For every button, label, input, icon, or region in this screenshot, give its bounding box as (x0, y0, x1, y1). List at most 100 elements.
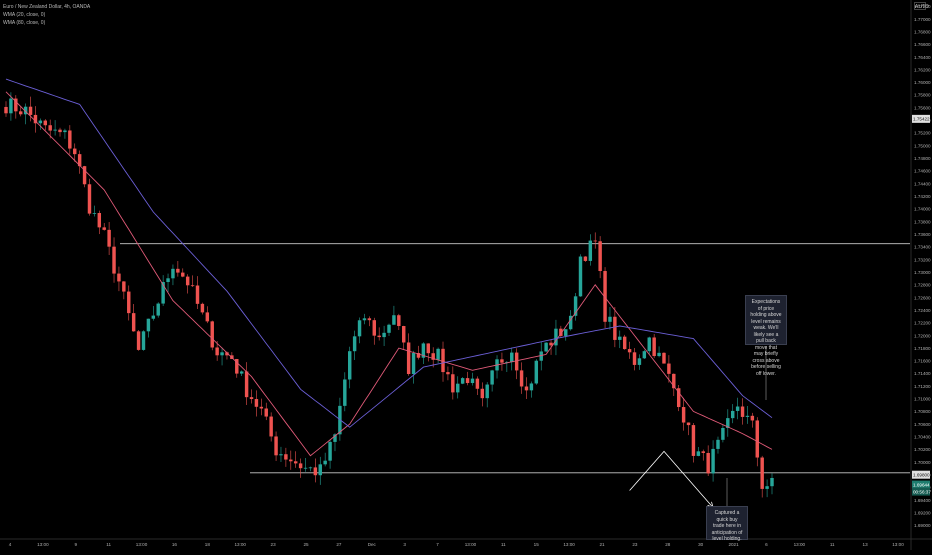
candle-body (598, 241, 602, 272)
candle-body (220, 352, 224, 356)
candle-body (622, 336, 627, 350)
time-axis[interactable]: 4 13:00 9 11 13:00 16 18 13:00 23 25 27 Dec 3 7 13:00 1… (9, 542, 904, 547)
candle-body (730, 410, 735, 419)
candle-body (254, 399, 259, 407)
candle-body (377, 335, 381, 338)
candle-body (681, 407, 686, 423)
chart-area[interactable]: 1.77200 1.77000 1.76800 1.76600 1.76400 1.762… (0, 0, 932, 550)
price-axis[interactable]: 1.772001.770001.768001.766001.764001.762… (912, 4, 931, 528)
candle-body (136, 331, 141, 350)
candle-body (195, 285, 200, 304)
price-tick-label: 1.75800 (914, 93, 931, 98)
candle-body (28, 106, 33, 115)
price-badge-label: 00:56:37 (913, 489, 931, 494)
candle-body (171, 268, 175, 279)
price-tick-label: 1.76600 (914, 42, 931, 47)
price-badge-label: 1.69644 (913, 482, 930, 487)
candle-body (279, 454, 283, 456)
time-tick-label: 4 (9, 542, 12, 547)
price-chart[interactable]: 1.772001.770001.768001.766001.764001.762… (0, 0, 932, 550)
candle-body (328, 441, 332, 461)
candle-body (343, 379, 347, 406)
price-tick-label: 1.76400 (914, 55, 931, 60)
candle-body (127, 291, 131, 314)
time-tick-label: 13:00 (37, 542, 49, 547)
candle-body (323, 460, 327, 465)
price-tick-label: 1.77000 (914, 17, 931, 22)
candle-body (647, 337, 651, 352)
candle-body (102, 227, 106, 230)
symbol-title: Euro / New Zealand Dollar, 4h, OANDA (3, 4, 91, 10)
candle-body (613, 316, 617, 340)
time-tick-label: 13 (863, 542, 869, 547)
candle-body (406, 342, 411, 374)
auto-scale-button[interactable]: AUTO (914, 2, 929, 10)
candle-body (190, 285, 195, 287)
candle-body (578, 256, 583, 297)
candle-body (392, 315, 396, 325)
candle-body (411, 353, 416, 374)
candle-body (706, 452, 710, 474)
candle-body (308, 467, 313, 469)
candle-body (402, 326, 406, 343)
candle-body (73, 148, 77, 155)
candle-body (166, 278, 170, 283)
price-tick-label: 1.70000 (914, 460, 931, 465)
price-tick-label: 1.73000 (914, 270, 931, 275)
candle-body (441, 348, 445, 373)
candle-body (701, 451, 705, 453)
candle-body (357, 320, 362, 337)
wma20-legend: WMA (20, close, 0) (3, 12, 46, 18)
candle-body (480, 388, 485, 399)
candle-body (269, 416, 273, 437)
candle-body (583, 256, 588, 261)
candle-body (662, 352, 666, 364)
candle-body (362, 318, 367, 321)
note-upper: Expectations of price holding above leve… (745, 295, 787, 377)
candle-body (176, 268, 180, 273)
candle-body (519, 370, 524, 387)
candle-body (68, 130, 72, 149)
time-tick-label: 11 (830, 542, 835, 547)
time-tick-label: 15 (534, 542, 540, 547)
candle-body (284, 454, 288, 460)
time-tick-label: 11 (501, 542, 506, 547)
price-tick-label: 1.73800 (914, 219, 931, 224)
candle-body (711, 448, 715, 474)
candle-body (485, 384, 489, 399)
candle-body (608, 316, 612, 322)
price-tick-label: 1.72600 (914, 295, 931, 300)
candle-body (534, 360, 539, 384)
time-tick-label: Dec (368, 542, 377, 547)
candle-body (755, 420, 759, 458)
time-tick-label: 13:00 (234, 542, 246, 547)
candle-body (593, 240, 597, 242)
candle-body (200, 303, 205, 313)
candle-body (564, 329, 568, 336)
price-tick-label: 1.72000 (914, 333, 931, 338)
candle-body (122, 281, 126, 292)
time-tick-label: 9 (74, 542, 77, 547)
time-tick-label: 7 (436, 542, 439, 547)
candle-body (745, 415, 750, 417)
price-tick-label: 1.71200 (914, 384, 931, 389)
chart-legend: Euro / New Zealand Dollar, 4h, OANDA WMA… (3, 3, 90, 27)
time-tick-label: 30 (698, 542, 704, 547)
price-tick-label: 1.74800 (914, 156, 931, 161)
time-tick-label: 13:00 (794, 542, 806, 547)
candle-body (382, 332, 386, 338)
candle-body (289, 459, 293, 462)
price-tick-label: 1.69000 (914, 523, 931, 528)
price-tick-label: 1.70400 (914, 435, 931, 440)
candle-body (691, 425, 696, 456)
price-badge-label: 1.69800 (913, 473, 930, 478)
price-tick-label: 1.73400 (914, 245, 931, 250)
candle-body (618, 336, 622, 340)
candle-body (4, 106, 8, 114)
candle-body (131, 313, 136, 332)
time-tick-label: 2021 (728, 542, 739, 547)
time-tick-label: 3 (403, 542, 406, 547)
wma20-line (5, 91, 773, 457)
candle-body (185, 276, 190, 286)
candle-body (141, 331, 146, 350)
